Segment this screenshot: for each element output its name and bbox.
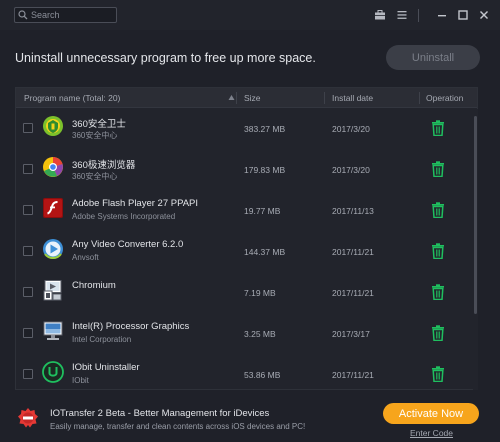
minimize-icon[interactable] [436, 9, 448, 21]
program-name: Intel(R) Processor Graphics [72, 321, 190, 332]
program-install-date: 2017/11/21 [332, 247, 374, 257]
trash-icon[interactable] [431, 161, 445, 177]
page-message: Uninstall unnecessary program to free up… [15, 51, 316, 65]
program-table: Program name (Total: 20) Size Install da… [15, 87, 478, 390]
sort-arrow-icon[interactable] [228, 94, 235, 101]
row-checkbox[interactable] [23, 328, 33, 338]
column-header-size[interactable]: Size [244, 93, 261, 103]
table-header: Program name (Total: 20) Size Install da… [16, 88, 477, 108]
table-row[interactable]: IObit Uninstaller IObit 53.86 MB 2017/11… [16, 355, 472, 390]
program-install-date: 2017/3/17 [332, 329, 370, 339]
360-safe-icon [43, 116, 63, 136]
program-install-date: 2017/3/20 [332, 124, 370, 134]
program-publisher: Anvsoft [72, 253, 99, 262]
row-checkbox[interactable] [23, 123, 33, 133]
program-size: 3.25 MB [244, 329, 276, 339]
program-name: Chromium [72, 280, 116, 291]
video-converter-icon [43, 239, 63, 259]
program-install-date: 2017/3/20 [332, 165, 370, 175]
titlebar-divider [418, 9, 419, 22]
column-header-name[interactable]: Program name (Total: 20) [24, 93, 120, 103]
column-header-operation: Operation [426, 93, 464, 103]
program-size: 7.19 MB [244, 288, 276, 298]
program-publisher: IObit [72, 376, 89, 385]
table-row[interactable]: Intel(R) Processor Graphics Intel Corpor… [16, 314, 472, 355]
table-body: 360安全卫士 360安全中心 383.27 MB 2017/3/20 360极… [16, 109, 472, 390]
promo-title: IOTransfer 2 Beta - Better Management fo… [50, 408, 270, 419]
program-size: 19.77 MB [244, 206, 281, 216]
iobit-icon [42, 361, 64, 383]
trash-icon[interactable] [431, 325, 445, 341]
360-browser-icon [43, 157, 63, 177]
column-divider [236, 92, 237, 104]
uninstall-button[interactable]: Uninstall [386, 45, 480, 70]
program-name: IObit Uninstaller [72, 362, 140, 373]
flash-icon [43, 198, 63, 218]
program-install-date: 2017/11/13 [332, 206, 374, 216]
row-checkbox[interactable] [23, 287, 33, 297]
trash-icon[interactable] [431, 120, 445, 136]
trash-icon[interactable] [431, 202, 445, 218]
program-name: 360极速浏览器 [72, 160, 136, 171]
table-row[interactable]: 360安全卫士 360安全中心 383.27 MB 2017/3/20 [16, 109, 472, 150]
program-name: Any Video Converter 6.2.0 [72, 239, 184, 250]
intel-graphics-icon [43, 321, 63, 340]
program-name: Adobe Flash Player 27 PPAPI [72, 198, 199, 209]
menu-icon[interactable] [396, 9, 408, 21]
row-checkbox[interactable] [23, 246, 33, 256]
program-size: 144.37 MB [244, 247, 286, 257]
maximize-icon[interactable] [457, 9, 469, 21]
row-checkbox[interactable] [23, 369, 33, 379]
program-size: 53.86 MB [244, 370, 281, 380]
scrollbar-thumb[interactable] [474, 116, 477, 314]
chromium-icon [43, 280, 62, 301]
program-publisher: Intel Corporation [72, 335, 132, 344]
activate-now-button[interactable]: Activate Now [383, 403, 479, 424]
program-publisher: 360安全中心 [72, 172, 118, 181]
program-install-date: 2017/11/21 [332, 370, 374, 380]
program-publisher: 360安全中心 [72, 131, 118, 140]
search-input[interactable] [31, 10, 115, 20]
row-checkbox[interactable] [23, 164, 33, 174]
program-size: 179.83 MB [244, 165, 286, 175]
table-row[interactable]: Any Video Converter 6.2.0 Anvsoft 144.37… [16, 232, 472, 273]
program-install-date: 2017/11/21 [332, 288, 374, 298]
table-row[interactable]: Chromium 7.19 MB 2017/11/21 [16, 273, 472, 314]
enter-code-link[interactable]: Enter Code [410, 428, 453, 438]
column-divider [324, 92, 325, 104]
table-row[interactable]: 360极速浏览器 360安全中心 179.83 MB 2017/3/20 [16, 150, 472, 191]
column-divider [419, 92, 420, 104]
close-icon[interactable] [478, 9, 490, 21]
toolbox-icon[interactable] [374, 9, 386, 21]
promo-subtitle: Easily manage, transfer and clean conten… [50, 422, 306, 431]
row-checkbox[interactable] [23, 205, 33, 215]
new-badge-icon [18, 408, 38, 428]
column-header-date[interactable]: Install date [332, 93, 373, 103]
trash-icon[interactable] [431, 284, 445, 300]
program-size: 383.27 MB [244, 124, 286, 134]
program-publisher: Adobe Systems Incorporated [72, 212, 176, 221]
search-icon [18, 10, 28, 20]
trash-icon[interactable] [431, 243, 445, 259]
trash-icon[interactable] [431, 366, 445, 382]
search-box[interactable] [14, 7, 117, 23]
title-bar [0, 0, 500, 30]
program-name: 360安全卫士 [72, 119, 126, 130]
table-row[interactable]: Adobe Flash Player 27 PPAPI Adobe System… [16, 191, 472, 232]
